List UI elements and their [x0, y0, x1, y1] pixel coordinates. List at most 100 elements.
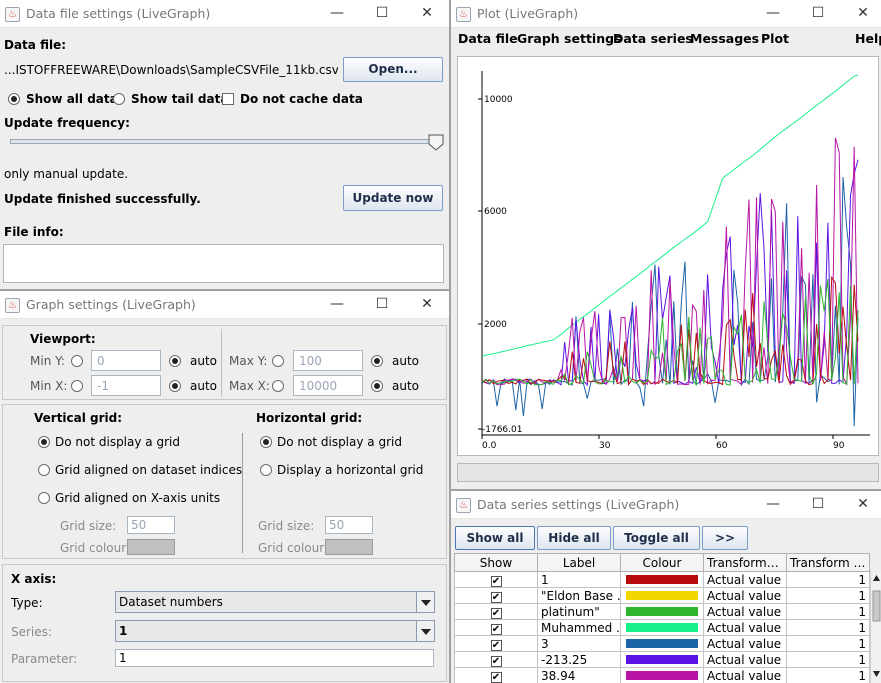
table-row[interactable]: ✔ 3 Actual value 1 — [454, 635, 870, 652]
transformation-cell[interactable]: Actual value — [703, 571, 787, 588]
show-checkbox-cell[interactable]: ✔ — [454, 619, 538, 636]
minimize-icon[interactable]: — — [751, 2, 795, 24]
colour-swatch[interactable] — [626, 575, 698, 584]
title-bar[interactable]: ♨ Graph settings (LiveGraph) — ☐ ✕ — [0, 291, 449, 319]
max-y-auto-radio[interactable] — [371, 355, 383, 367]
show-checkbox[interactable]: ✔ — [490, 655, 502, 667]
show-checkbox[interactable]: ✔ — [490, 575, 502, 587]
h-grid-none-label[interactable]: Do not display a grid — [277, 435, 402, 449]
minimize-icon[interactable]: — — [751, 493, 795, 515]
min-y-value-radio[interactable] — [71, 355, 83, 367]
no-cache-checkbox[interactable] — [222, 93, 234, 105]
title-bar[interactable]: ♨ Plot (LiveGraph) — ☐ ✕ — [451, 0, 881, 28]
label-cell[interactable]: "Eldon Base ... — [537, 587, 621, 604]
transform-param-cell[interactable]: 1 — [786, 619, 870, 636]
update-frequency-slider-track[interactable] — [10, 139, 438, 144]
show-tail-radio[interactable] — [113, 93, 125, 105]
h-grid-colour-swatch[interactable] — [325, 539, 373, 555]
title-bar[interactable]: ♨ Data file settings (LiveGraph) — ☐ ✕ — [0, 0, 449, 28]
show-checkbox-cell[interactable]: ✔ — [454, 587, 538, 604]
transformation-cell[interactable]: Actual value — [703, 651, 787, 668]
chevron-down-icon[interactable] — [416, 592, 434, 612]
v-grid-indices-radio[interactable] — [38, 464, 50, 476]
menu-data-file[interactable]: Data file — [458, 31, 518, 46]
menu-help[interactable]: Help — [855, 31, 881, 46]
type-select[interactable]: Dataset numbers — [115, 591, 435, 613]
label-cell[interactable]: -213.25 — [537, 651, 621, 668]
transformation-cell[interactable]: Actual value — [703, 603, 787, 620]
maximize-icon[interactable]: ☐ — [360, 2, 404, 24]
colour-swatch[interactable] — [626, 655, 698, 664]
transform-param-cell[interactable]: 1 — [786, 603, 870, 620]
show-checkbox[interactable]: ✔ — [490, 591, 502, 603]
colour-cell[interactable] — [620, 651, 704, 668]
column-header-colour[interactable]: Colour — [620, 553, 704, 572]
maximize-icon[interactable]: ☐ — [796, 2, 840, 24]
chevron-down-icon[interactable] — [416, 621, 434, 641]
parameter-input[interactable]: 1 — [115, 649, 434, 667]
colour-cell[interactable] — [620, 587, 704, 604]
table-row[interactable]: ✔ "Eldon Base ... Actual value 1 — [454, 587, 870, 604]
colour-cell[interactable] — [620, 619, 704, 636]
min-x-auto-label[interactable]: auto — [190, 379, 217, 393]
close-icon[interactable]: ✕ — [841, 2, 881, 24]
table-row[interactable]: ✔ Muhammed ... Actual value 1 — [454, 619, 870, 636]
v-grid-xaxis-radio[interactable] — [38, 492, 50, 504]
max-y-value-radio[interactable] — [272, 355, 284, 367]
colour-swatch[interactable] — [626, 607, 698, 616]
v-grid-indices-label[interactable]: Grid aligned on dataset indices — [55, 463, 242, 477]
transform-param-cell[interactable]: 1 — [786, 667, 870, 683]
hide-all-button[interactable]: Hide all — [537, 526, 611, 550]
table-row[interactable]: ✔ platinum" Actual value 1 — [454, 603, 870, 620]
label-cell[interactable]: 1 — [537, 571, 621, 588]
table-row[interactable]: ✔ 38.94 Actual value 1 — [454, 667, 870, 683]
show-checkbox-cell[interactable]: ✔ — [454, 651, 538, 668]
update-now-button[interactable]: Update now — [343, 185, 443, 211]
title-bar[interactable]: ♨ Data series settings (LiveGraph) — ☐ ✕ — [451, 491, 881, 519]
show-checkbox[interactable]: ✔ — [490, 607, 502, 619]
colour-cell[interactable] — [620, 635, 704, 652]
colour-cell[interactable] — [620, 603, 704, 620]
show-checkbox-cell[interactable]: ✔ — [454, 635, 538, 652]
menu-data-series[interactable]: Data series — [613, 31, 693, 46]
update-frequency-slider-thumb[interactable] — [428, 134, 444, 151]
show-tail-label[interactable]: Show tail data — [131, 92, 228, 106]
transformation-cell[interactable]: Actual value — [703, 619, 787, 636]
label-cell[interactable]: Muhammed ... — [537, 619, 621, 636]
v-grid-xaxis-label[interactable]: Grid aligned on X-axis units — [55, 491, 220, 505]
column-header-show[interactable]: Show — [454, 553, 538, 572]
show-checkbox-cell[interactable]: ✔ — [454, 667, 538, 683]
show-all-button[interactable]: Show all — [455, 526, 535, 550]
min-x-value-radio[interactable] — [71, 380, 83, 392]
show-checkbox[interactable]: ✔ — [490, 639, 502, 651]
label-cell[interactable]: 38.94 — [537, 667, 621, 683]
transform-param-cell[interactable]: 1 — [786, 635, 870, 652]
h-grid-display-radio[interactable] — [260, 464, 272, 476]
series-select[interactable]: 1 — [115, 620, 435, 642]
colour-swatch[interactable] — [626, 671, 698, 680]
expand-button[interactable]: >> — [702, 526, 748, 550]
show-all-radio[interactable] — [8, 93, 20, 105]
table-row[interactable]: ✔ 1 Actual value 1 — [454, 571, 870, 588]
column-header-label[interactable]: Label — [537, 553, 621, 572]
max-x-auto-label[interactable]: auto — [392, 379, 419, 393]
min-y-input[interactable]: 0 — [91, 350, 161, 371]
maximize-icon[interactable]: ☐ — [360, 293, 404, 315]
h-grid-none-radio[interactable] — [260, 436, 272, 448]
show-all-label[interactable]: Show all data — [26, 92, 118, 106]
column-header-transformation[interactable]: Transformati... — [703, 553, 787, 572]
table-row[interactable]: ✔ -213.25 Actual value 1 — [454, 651, 870, 668]
max-x-value-radio[interactable] — [272, 380, 284, 392]
label-cell[interactable]: 3 — [537, 635, 621, 652]
no-cache-label[interactable]: Do not cache data — [240, 92, 363, 106]
menu-plot[interactable]: Plot — [761, 31, 789, 46]
show-checkbox[interactable]: ✔ — [490, 623, 502, 635]
column-header-transform-param[interactable]: Transform p... — [786, 553, 870, 572]
min-y-auto-radio[interactable] — [169, 355, 181, 367]
colour-swatch[interactable] — [626, 623, 698, 632]
close-icon[interactable]: ✕ — [405, 2, 449, 24]
h-grid-display-label[interactable]: Display a horizontal grid — [277, 463, 423, 477]
colour-swatch[interactable] — [626, 639, 698, 648]
max-y-auto-label[interactable]: auto — [392, 354, 419, 368]
max-y-input[interactable]: 100 — [293, 350, 363, 371]
